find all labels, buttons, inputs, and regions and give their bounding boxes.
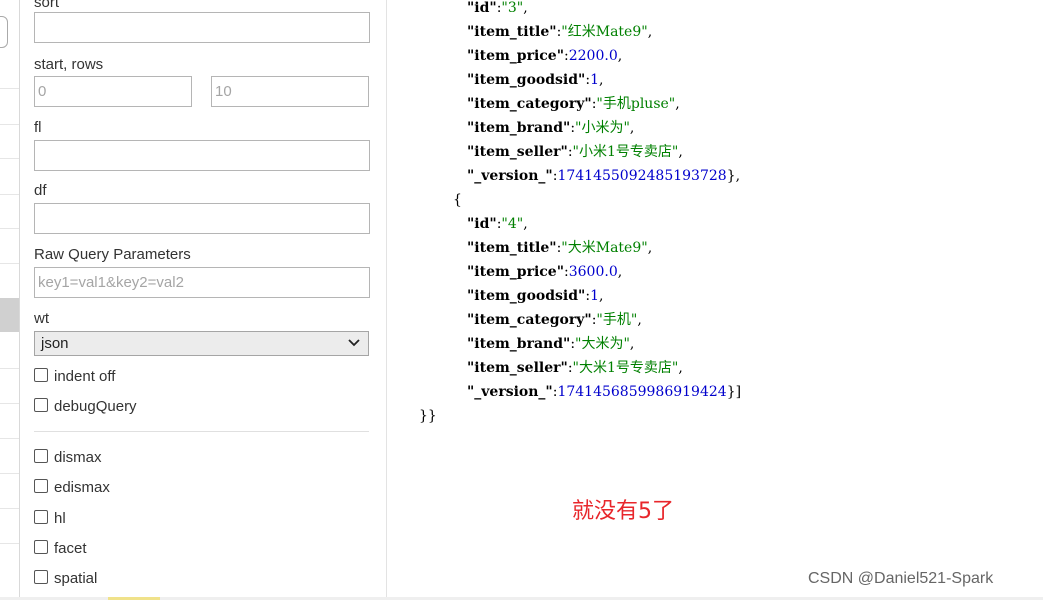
collapsed-tab-edge[interactable] [0,16,8,48]
chevron-down-icon [348,339,360,347]
df-label: df [34,182,47,199]
nav-divider [0,368,19,369]
facet-checkbox[interactable] [34,540,48,554]
json-line: "item_category":"手机", [467,312,642,328]
spatial-option[interactable]: spatial [34,570,97,588]
json-line: "item_seller":"小米1号专卖店", [467,144,683,160]
annotation-text: 就没有5了 [572,499,674,524]
nav-item-active[interactable] [0,298,19,332]
wt-select[interactable]: json [34,331,369,356]
nav-divider [0,88,19,89]
fl-label: fl [34,119,42,136]
wt-label: wt [34,310,49,327]
nav-divider [0,473,19,474]
hl-label: hl [54,510,66,527]
df-input[interactable] [34,203,370,234]
fl-input[interactable] [34,140,370,171]
wt-selected-value: json [41,335,69,352]
hl-checkbox[interactable] [34,510,48,524]
debugquery-option[interactable]: debugQuery [34,398,137,416]
nav-divider [0,438,19,439]
indent-off-checkbox[interactable] [34,368,48,382]
json-line: "item_price":3600.0, [467,264,623,280]
json-line: "item_title":"大米Mate9", [467,240,653,256]
edismax-option[interactable]: edismax [34,479,110,497]
raw-query-label: Raw Query Parameters [34,246,191,263]
json-line: "item_category":"手机pluse", [467,96,680,112]
nav-divider [0,158,19,159]
start-rows-label: start, rows [34,56,104,73]
json-line: "item_brand":"大米为", [467,336,635,352]
rows-input[interactable] [211,76,369,107]
debugquery-label: debugQuery [54,398,137,415]
json-line: "_version_":1741455092485193728}, [467,168,741,184]
hl-option[interactable]: hl [34,510,66,528]
indent-off-option[interactable]: indent off [34,368,115,386]
watermark: CSDN @Daniel521-Spark [808,570,994,587]
dismax-label: dismax [54,449,102,466]
json-line: "item_seller":"大米1号专卖店", [467,360,683,376]
edismax-label: edismax [54,479,110,496]
facet-label: facet [54,540,87,557]
facet-option[interactable]: facet [34,540,87,558]
json-line: "item_title":"红米Mate9", [467,24,653,40]
spatial-label: spatial [54,570,98,587]
json-line: "id":"3", [467,0,528,16]
json-line: }} [419,408,437,424]
dismax-option[interactable]: dismax [34,449,102,467]
nav-divider [0,403,19,404]
nav-divider [0,124,19,125]
raw-query-input[interactable] [34,267,370,298]
dismax-checkbox[interactable] [34,449,48,463]
json-line: "_version_":1741456859986919424}] [467,384,742,400]
spatial-checkbox[interactable] [34,570,48,584]
start-input[interactable] [34,76,192,107]
nav-divider [0,263,19,264]
sort-input[interactable] [34,12,370,43]
nav-divider [0,194,19,195]
nav-divider [0,543,19,544]
sort-label: sort [34,0,60,11]
json-line: "item_price":2200.0, [467,48,623,64]
form-divider [34,431,369,432]
left-nav-strip [0,0,20,600]
nav-divider [0,228,19,229]
json-line: "id":"4", [467,216,528,232]
json-line: { [453,192,462,208]
json-line: "item_brand":"小米为", [467,120,635,136]
json-line: "item_goodsid":1, [467,288,604,304]
json-line: "item_goodsid":1, [467,72,604,88]
edismax-checkbox[interactable] [34,479,48,493]
indent-off-label: indent off [54,368,116,385]
query-form-panel: sort start, rows fl df Raw Query Paramet… [20,0,387,600]
debugquery-checkbox[interactable] [34,398,48,412]
json-response-panel: "id":"3", "item_title":"红米Mate9", "item_… [387,0,1043,600]
nav-divider [0,508,19,509]
